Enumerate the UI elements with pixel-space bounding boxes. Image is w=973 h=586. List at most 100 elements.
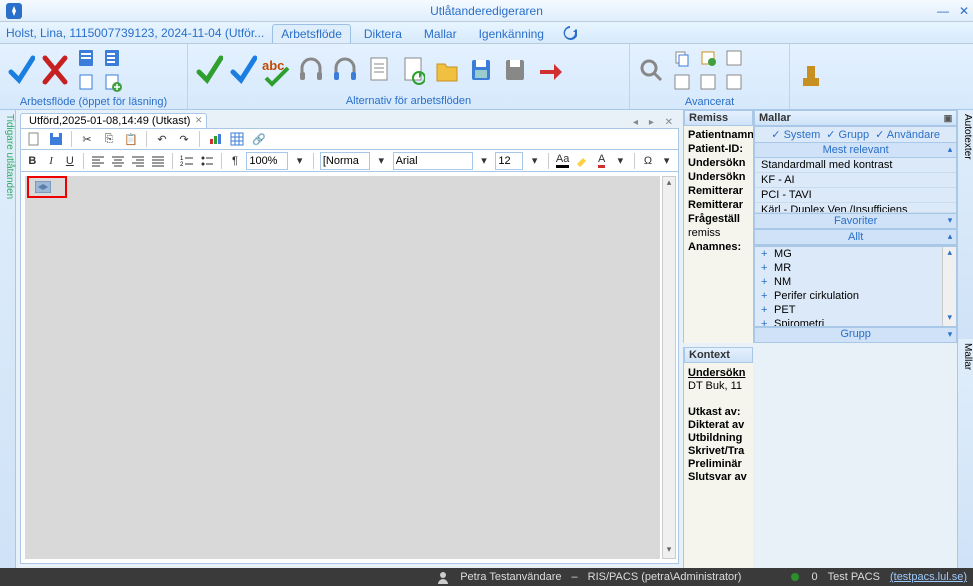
filter-system[interactable]: System bbox=[771, 128, 820, 141]
redo-icon[interactable]: ↷ bbox=[175, 130, 193, 148]
tab-nav[interactable]: ◂ ▸ ✕ bbox=[633, 117, 683, 128]
zoom-dropdown-icon[interactable]: ▾ bbox=[292, 152, 307, 170]
attach-icon[interactable] bbox=[696, 46, 720, 70]
close-button[interactable]: ✕ bbox=[959, 4, 969, 18]
section-favoriter[interactable]: Favoriter▾ bbox=[755, 213, 956, 229]
ribbon-tab-mallar[interactable]: Mallar bbox=[415, 24, 466, 43]
document-tab[interactable]: Utförd,2025-01-08,14:49 (Utkast) ✕ bbox=[20, 113, 207, 128]
ribbon-tab-diktera[interactable]: Diktera bbox=[355, 24, 411, 43]
right-rail-autotexter[interactable]: Autotexter bbox=[957, 110, 973, 339]
check-green-icon[interactable] bbox=[194, 49, 224, 91]
align-right-icon[interactable] bbox=[130, 152, 146, 170]
search-icon[interactable] bbox=[636, 49, 666, 91]
section-mest-relevant[interactable]: Mest relevant▴ bbox=[755, 142, 956, 158]
editor-scrollbar[interactable]: ▴ ▾ bbox=[662, 176, 676, 559]
ribbon-tab-igenkanning[interactable]: Igenkänning bbox=[470, 24, 553, 43]
pin-icon[interactable]: ▣ bbox=[944, 113, 953, 124]
editor-canvas[interactable] bbox=[25, 176, 660, 559]
underline-button[interactable]: U bbox=[62, 152, 77, 170]
new-doc-icon[interactable] bbox=[25, 130, 43, 148]
mallar-tree[interactable]: + MG+ MR+ NM+ Perifer cirkulation+ PET+ … bbox=[754, 246, 957, 327]
zoom-combo[interactable] bbox=[246, 152, 288, 170]
doc-icon[interactable] bbox=[364, 49, 394, 91]
page-add-icon[interactable] bbox=[100, 70, 124, 94]
numbered-list-icon[interactable]: 12 bbox=[179, 152, 195, 170]
left-rail[interactable]: Tidigare utlåtanden bbox=[0, 110, 16, 568]
paste-icon[interactable]: 📋 bbox=[122, 130, 140, 148]
disk-icon[interactable] bbox=[466, 49, 496, 91]
minimize-button[interactable]: — bbox=[937, 4, 949, 18]
editor-body[interactable]: ▴ ▾ bbox=[20, 172, 679, 564]
forward-red-icon[interactable] bbox=[534, 49, 564, 91]
approve-icon[interactable] bbox=[6, 49, 36, 91]
font-combo[interactable] bbox=[393, 152, 473, 170]
ribbon-tab-arbetsflode[interactable]: Arbetsflöde bbox=[272, 24, 351, 43]
tree-row[interactable]: + MR bbox=[755, 261, 956, 275]
color-dropdown-icon[interactable]: ▾ bbox=[613, 152, 628, 170]
omega-icon[interactable]: Ω bbox=[641, 152, 656, 170]
list-item[interactable]: Standardmall med kontrast bbox=[755, 158, 956, 173]
page-icon[interactable] bbox=[74, 70, 98, 94]
filter-grupp[interactable]: Grupp bbox=[826, 128, 869, 141]
tree-row[interactable]: + PET bbox=[755, 303, 956, 317]
copy-icon[interactable] bbox=[670, 46, 694, 70]
pilcrow-icon[interactable]: ¶ bbox=[228, 152, 243, 170]
reject-icon[interactable] bbox=[40, 49, 70, 91]
scroll-up-icon[interactable]: ▴ bbox=[663, 177, 675, 191]
scroll-up-icon[interactable]: ▴ bbox=[943, 247, 956, 261]
mallar-panel-header[interactable]: Mallar▣ bbox=[754, 110, 957, 126]
list-item[interactable]: Kärl - Duplex Ven./Insufficiens bbox=[755, 203, 956, 213]
list-item[interactable]: PCI - TAVI bbox=[755, 188, 956, 203]
tool-icon[interactable] bbox=[722, 46, 746, 70]
align-center-icon[interactable] bbox=[110, 152, 126, 170]
align-justify-icon[interactable] bbox=[150, 152, 166, 170]
save-small-icon[interactable] bbox=[47, 130, 65, 148]
list-item[interactable]: KF - AI bbox=[755, 173, 956, 188]
tree-scrollbar[interactable]: ▴ ▾ bbox=[942, 247, 956, 326]
spellcheck-icon[interactable]: abc bbox=[262, 49, 292, 91]
folder-icon[interactable] bbox=[432, 49, 462, 91]
section-allt[interactable]: Allt▴ bbox=[755, 229, 956, 245]
close-tab-icon[interactable]: ✕ bbox=[195, 115, 203, 126]
style-combo[interactable] bbox=[320, 152, 370, 170]
filter-anvandare[interactable]: Användare bbox=[875, 128, 940, 141]
highlight-icon[interactable] bbox=[574, 152, 590, 170]
table-icon[interactable] bbox=[228, 130, 246, 148]
headset-icon[interactable] bbox=[296, 49, 326, 91]
right-rail-mallar[interactable]: Mallar bbox=[957, 339, 973, 568]
size-dropdown-icon[interactable]: ▾ bbox=[527, 152, 542, 170]
font-color-icon[interactable]: A bbox=[594, 152, 609, 170]
form-icon[interactable] bbox=[74, 46, 98, 70]
chart-icon[interactable] bbox=[206, 130, 224, 148]
tree-row[interactable]: + NM bbox=[755, 275, 956, 289]
remiss-panel-header[interactable]: Remiss bbox=[684, 110, 753, 126]
save-icon[interactable] bbox=[500, 49, 530, 91]
tree-row[interactable]: + MG bbox=[755, 247, 956, 261]
font-dropdown-icon[interactable]: ▾ bbox=[477, 152, 492, 170]
style-dropdown-icon[interactable]: ▾ bbox=[374, 152, 389, 170]
link-icon[interactable]: 🔗 bbox=[250, 130, 268, 148]
italic-button[interactable]: I bbox=[44, 152, 59, 170]
tree-row[interactable]: + Spirometri bbox=[755, 317, 956, 327]
stamp-icon[interactable] bbox=[796, 55, 826, 97]
grupp-bar[interactable]: Grupp▾ bbox=[754, 327, 957, 343]
cut-icon[interactable]: ✂ bbox=[78, 130, 96, 148]
headset-alt-icon[interactable] bbox=[330, 49, 360, 91]
tool4-icon[interactable] bbox=[722, 70, 746, 94]
tree-row[interactable]: + Perifer cirkulation bbox=[755, 289, 956, 303]
check-blue-icon[interactable] bbox=[228, 49, 258, 91]
kontext-panel-header[interactable]: Kontext bbox=[684, 347, 753, 363]
undo-icon[interactable]: ↶ bbox=[153, 130, 171, 148]
scroll-down-icon[interactable]: ▾ bbox=[663, 544, 675, 558]
bold-button[interactable]: B bbox=[25, 152, 40, 170]
align-left-icon[interactable] bbox=[90, 152, 106, 170]
doc-refresh-icon[interactable] bbox=[398, 49, 428, 91]
list-icon[interactable] bbox=[100, 46, 124, 70]
tool2-icon[interactable] bbox=[670, 70, 694, 94]
size-combo[interactable] bbox=[495, 152, 523, 170]
text-color-icon[interactable]: Aa bbox=[555, 152, 570, 170]
bullet-list-icon[interactable] bbox=[199, 152, 215, 170]
refresh-icon[interactable] bbox=[563, 26, 577, 40]
scroll-down-icon[interactable]: ▾ bbox=[943, 312, 956, 326]
status-server-link[interactable]: (testpacs.lul.se) bbox=[890, 571, 967, 583]
